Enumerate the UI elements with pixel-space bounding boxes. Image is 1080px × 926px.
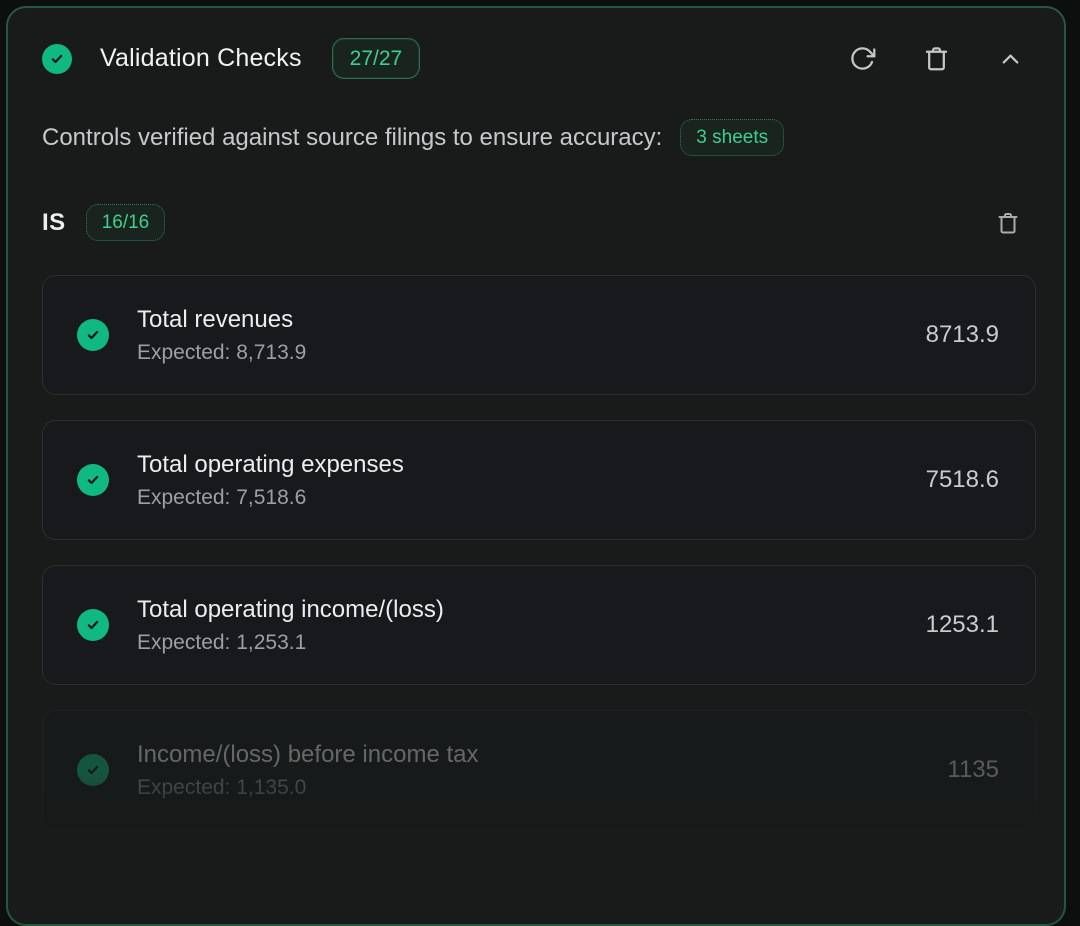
total-count-badge: 27/27: [332, 38, 421, 79]
check-value: 8713.9: [926, 321, 999, 349]
check-value: 1253.1: [926, 611, 999, 639]
check-expected: Expected: 7,518.6: [137, 486, 404, 510]
check-value: 7518.6: [926, 466, 999, 494]
check-value: 1135: [947, 756, 999, 784]
panel-header: Validation Checks 27/27: [42, 38, 1036, 79]
check-expected: Expected: 1,135.0: [137, 776, 478, 800]
description-row: Controls verified against source filings…: [42, 119, 1036, 156]
check-circle-icon: [77, 609, 109, 641]
refresh-icon: [849, 45, 876, 72]
check-row[interactable]: Total operating expenses Expected: 7,518…: [42, 420, 1036, 540]
check-name: Income/(loss) before income tax: [137, 741, 478, 769]
check-circle-icon: [42, 44, 72, 74]
sheets-badge[interactable]: 3 sheets: [680, 119, 784, 156]
trash-icon: [923, 45, 950, 72]
description-text: Controls verified against source filings…: [42, 124, 662, 152]
chevron-up-icon: [997, 45, 1024, 72]
check-name: Total revenues: [137, 306, 306, 334]
section-count-badge: 16/16: [86, 204, 166, 241]
collapse-button[interactable]: [997, 45, 1024, 72]
trash-icon: [996, 211, 1020, 235]
checks-list: Total revenues Expected: 8,713.9 8713.9 …: [42, 275, 1036, 830]
check-row[interactable]: Total revenues Expected: 8,713.9 8713.9: [42, 275, 1036, 395]
check-circle-icon: [77, 754, 109, 786]
panel-title: Validation Checks: [100, 44, 302, 73]
check-expected: Expected: 8,713.9: [137, 341, 306, 365]
header-actions: [849, 45, 1036, 72]
validation-checks-panel: Validation Checks 27/27 Controls verifie…: [6, 6, 1066, 926]
section-delete-button[interactable]: [996, 211, 1020, 235]
check-name: Total operating expenses: [137, 451, 404, 479]
check-row[interactable]: Income/(loss) before income tax Expected…: [42, 710, 1036, 830]
delete-button[interactable]: [923, 45, 950, 72]
section-label: IS: [42, 209, 66, 237]
check-row[interactable]: Total operating income/(loss) Expected: …: [42, 565, 1036, 685]
check-circle-icon: [77, 464, 109, 496]
refresh-button[interactable]: [849, 45, 876, 72]
check-expected: Expected: 1,253.1: [137, 631, 444, 655]
check-circle-icon: [77, 319, 109, 351]
check-name: Total operating income/(loss): [137, 596, 444, 624]
section-header-is: IS 16/16: [42, 204, 1036, 241]
